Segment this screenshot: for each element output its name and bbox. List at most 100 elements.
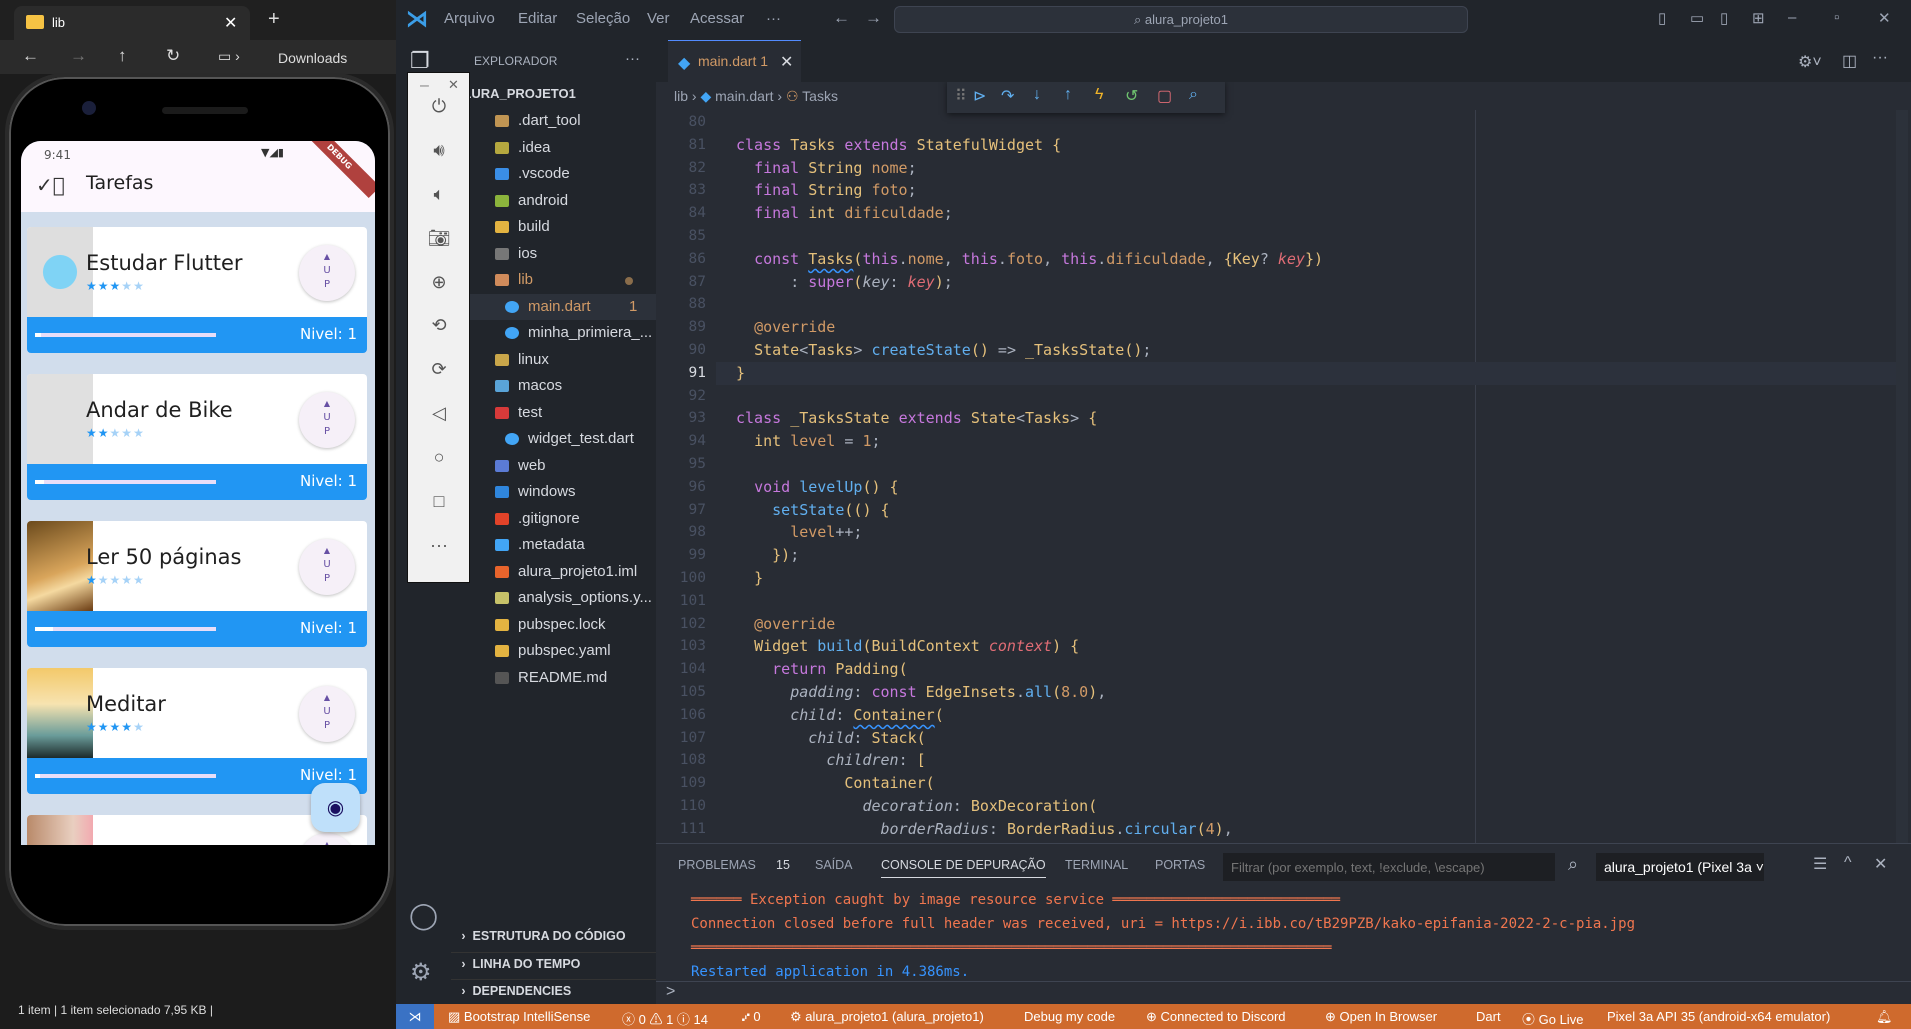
- more-icon[interactable]: ···: [424, 533, 454, 557]
- menu-more[interactable]: ···: [766, 10, 781, 27]
- tree-item-vscode[interactable]: ›.vscode: [451, 161, 656, 187]
- explorer-root[interactable]: ALURA_PROJETO1: [454, 86, 576, 101]
- tree-item-main-dart[interactable]: main.dart 1: [451, 293, 656, 320]
- level-up-button[interactable]: ▲UP: [299, 245, 355, 301]
- tree-item-metadata[interactable]: .metadata: [451, 532, 656, 558]
- split-editor-icon[interactable]: ◫: [1842, 51, 1857, 71]
- menu-seleção[interactable]: Seleção: [576, 10, 630, 27]
- tree-item-alura-projeto1-iml[interactable]: alura_projeto1.iml: [451, 559, 656, 585]
- toggle-sidebar-icon[interactable]: ▯: [1658, 9, 1666, 27]
- up-icon[interactable]: ↑: [118, 46, 127, 66]
- breadcrumb-symbol[interactable]: Tasks: [802, 88, 838, 104]
- status-bootstrap[interactable]: ▨ Bootstrap IntelliSense: [448, 1009, 590, 1025]
- forward-icon[interactable]: →: [70, 46, 87, 66]
- home-icon[interactable]: ○: [424, 445, 454, 469]
- breadcrumb-file[interactable]: main.dart: [715, 88, 773, 104]
- level-up-button[interactable]: ▲UP: [299, 392, 355, 448]
- new-tab-button[interactable]: +: [268, 8, 280, 31]
- volume-down-icon[interactable]: 🔈︎: [424, 182, 454, 206]
- clear-console-icon[interactable]: ☰: [1813, 854, 1827, 874]
- status-debug-my-code[interactable]: Debug my code: [1024, 1009, 1115, 1024]
- gear-icon[interactable]: ⚙: [410, 958, 432, 987]
- back-icon[interactable]: ←: [22, 46, 39, 66]
- refresh-icon[interactable]: ↻: [166, 46, 180, 66]
- restart-icon[interactable]: ↺: [1125, 86, 1138, 106]
- code-editor[interactable]: lib › ◆ main.dart › ⚇ Tasks ⠿ ⊳ ↷ ↓ ↑ ϟ …: [656, 82, 1911, 843]
- account-icon[interactable]: ◯: [409, 900, 438, 931]
- tree-item-windows[interactable]: ›windows: [451, 479, 656, 505]
- status-discord[interactable]: ⊕ Connected to Discord: [1146, 1009, 1286, 1025]
- breadcrumb-lib[interactable]: lib: [674, 88, 688, 104]
- tree-item-ios[interactable]: ›ios: [451, 241, 656, 267]
- toggle-panel-icon[interactable]: ▭: [1690, 9, 1704, 27]
- forward-icon[interactable]: →: [865, 8, 882, 28]
- hot-reload-icon[interactable]: ϟ: [1095, 86, 1103, 104]
- tree-item-analysis-options-y[interactable]: analysis_options.y...: [451, 585, 656, 611]
- eye-icon[interactable]: ◉: [311, 783, 360, 832]
- tree-item-pubspec-yaml[interactable]: pubspec.yaml: [451, 638, 656, 664]
- rotate-left-icon[interactable]: ⟲: [424, 313, 454, 337]
- tree-item-minha-primiera[interactable]: minha_primiera_...: [451, 320, 656, 346]
- status-problems[interactable]: ⓧ 0 ⚠ 1 ⓘ 14: [622, 1009, 708, 1028]
- command-center-search[interactable]: ⌕ alura_projeto1: [894, 6, 1468, 33]
- tree-item-readme-md[interactable]: README.md: [451, 665, 656, 691]
- tree-item-web[interactable]: ›web: [451, 453, 656, 479]
- explorer-icon[interactable]: ❐: [410, 48, 430, 74]
- tree-item-lib[interactable]: ⌄lib: [451, 267, 656, 293]
- maximize-icon[interactable]: ▫: [1834, 9, 1839, 26]
- back-icon[interactable]: ◁: [424, 401, 454, 425]
- drag-handle-icon[interactable]: ⠿: [955, 86, 967, 106]
- section-dependencies[interactable]: › DEPENDENCIES: [451, 979, 656, 1001]
- tree-item-android[interactable]: ›android: [451, 188, 656, 214]
- tab-problems[interactable]: PROBLEMAS: [678, 858, 756, 872]
- console-filter-input[interactable]: [1223, 853, 1555, 881]
- status-open-browser[interactable]: ⊕ Open In Browser: [1325, 1009, 1437, 1025]
- toggle-secondary-sidebar-icon[interactable]: ▯: [1720, 9, 1728, 27]
- zoom-icon[interactable]: ⊕: [424, 270, 454, 294]
- close-icon[interactable]: ✕: [1878, 9, 1891, 27]
- level-up-button[interactable]: ▲UP: [299, 686, 355, 742]
- run-debug-icon[interactable]: ⚙˅: [1798, 52, 1822, 72]
- tree-item-idea[interactable]: ›.idea: [451, 135, 656, 161]
- level-up-button[interactable]: ▲UP: [299, 539, 355, 595]
- close-icon[interactable]: ✕: [224, 13, 237, 33]
- minimize-icon[interactable]: –: [420, 77, 429, 95]
- layout-icon[interactable]: ⊞: [1752, 9, 1765, 27]
- tab-main-dart[interactable]: ◆ main.dart 1 ✕: [668, 40, 801, 82]
- close-icon[interactable]: ✕: [780, 52, 793, 72]
- step-into-icon[interactable]: ↓: [1033, 86, 1041, 104]
- tab-output[interactable]: SAÍDA: [815, 858, 853, 872]
- tree-item-dart-tool[interactable]: ›.dart_tool: [451, 108, 656, 134]
- status-ports[interactable]: ⑇ 0: [742, 1009, 761, 1024]
- power-icon[interactable]: ⏻: [424, 94, 454, 118]
- menu-ver[interactable]: Ver: [647, 10, 670, 27]
- status-language[interactable]: Dart: [1476, 1009, 1501, 1024]
- tree-item-macos[interactable]: ›macos: [451, 373, 656, 399]
- fx-tab-lib[interactable]: lib ✕: [14, 6, 250, 40]
- tree-item-linux[interactable]: ›linux: [451, 347, 656, 373]
- level-up-button[interactable]: ▲UP: [299, 833, 355, 845]
- stop-icon[interactable]: ▢: [1157, 86, 1172, 106]
- back-icon[interactable]: ←: [833, 8, 850, 28]
- menu-arquivo[interactable]: Arquivo: [444, 10, 495, 27]
- step-over-icon[interactable]: ↷: [1001, 86, 1014, 106]
- minimize-icon[interactable]: –: [1788, 9, 1796, 26]
- close-icon[interactable]: ✕: [448, 77, 459, 93]
- status-go-live[interactable]: ⦿ Go Live: [1522, 1009, 1583, 1028]
- more-actions-icon[interactable]: ···: [1872, 49, 1888, 67]
- tree-item-test[interactable]: ⌄test: [451, 400, 656, 426]
- scrollbar[interactable]: [1896, 110, 1908, 843]
- devtools-icon[interactable]: ⌕: [1189, 86, 1198, 104]
- debug-session-select[interactable]: alura_projeto1 (Pixel 3a ˅: [1596, 853, 1764, 881]
- tree-item-build[interactable]: ›build: [451, 214, 656, 240]
- volume-up-icon[interactable]: 🔊︎: [424, 138, 454, 162]
- close-panel-icon[interactable]: ✕: [1874, 854, 1887, 874]
- fx-breadcrumb[interactable]: Downloads: [278, 50, 347, 66]
- tab-debug-console[interactable]: CONSOLE DE DEPURAÇÃO: [881, 858, 1046, 878]
- continue-icon[interactable]: ⊳: [973, 86, 986, 106]
- section-outline[interactable]: › ESTRUTURA DO CÓDIGO: [451, 925, 656, 947]
- tree-item-pubspec-lock[interactable]: pubspec.lock: [451, 612, 656, 638]
- camera-icon[interactable]: 📷︎: [424, 226, 454, 250]
- bell-icon[interactable]: 🔔︎: [1876, 1009, 1893, 1025]
- tree-item-gitignore[interactable]: .gitignore: [451, 506, 656, 532]
